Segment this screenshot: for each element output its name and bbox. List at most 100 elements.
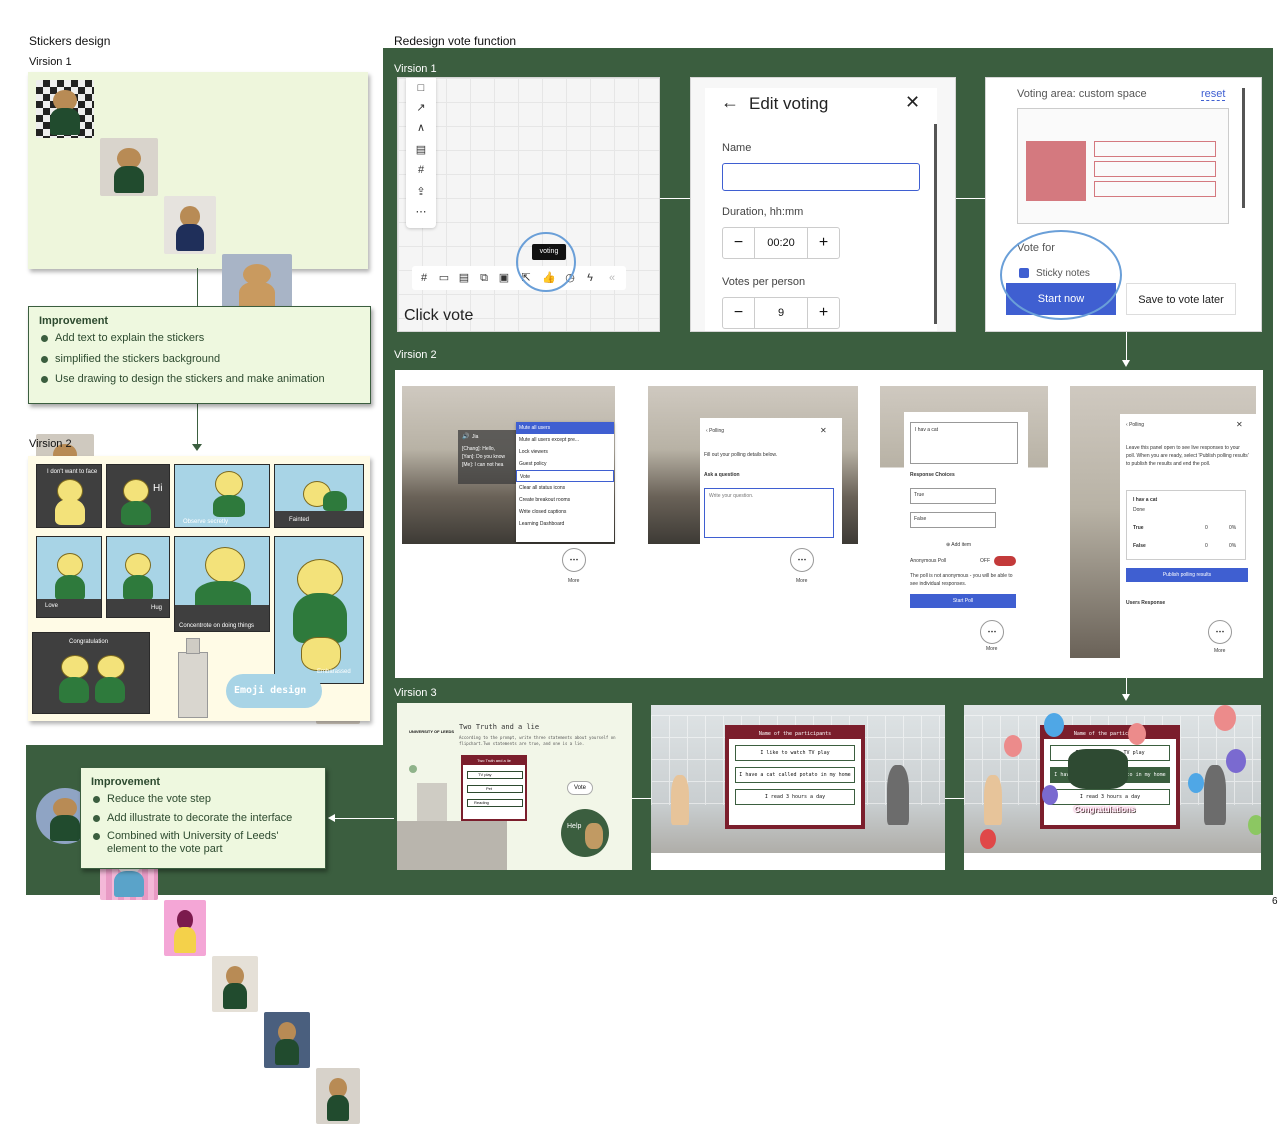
duration-minus-button[interactable]: − [723,228,755,258]
game-description: According to the prompt, write three sta… [459,735,616,746]
menu-item-lock-viewers[interactable]: Lock viewers [516,446,614,458]
publish-results-button[interactable]: Publish polling results [1126,568,1248,582]
duration-plus-button[interactable]: + [807,228,839,258]
response-choices-label: Response Choices [910,472,955,478]
participants-card-title: Name of the participants [729,729,861,739]
menu-item-breakout[interactable]: Create breakout rooms [516,494,614,506]
sticker-v1-2 [100,138,158,196]
statement-row[interactable]: I have a cat called potato in my home [735,767,855,783]
sticker-v2-hi: Hi [106,464,170,528]
improvement-item: Add illustrate to decorate the interface [91,812,315,825]
poll-question-box[interactable]: I hav a cat [910,422,1018,464]
caption: Embarassed [317,669,351,675]
votes-plus-button[interactable]: + [807,298,839,328]
start-poll-button[interactable]: Start Poll [910,594,1016,608]
sticker-v1-15 [264,1012,310,1068]
menu-item-vote[interactable]: Vote [516,470,614,482]
menu-item-captions[interactable]: Write closed captions [516,506,614,518]
add-item-button[interactable]: ⊕ Add item [946,542,971,548]
comment-icon[interactable]: ▤ [458,272,470,284]
more-button[interactable]: ⋯ [980,620,1004,644]
statement-row[interactable]: I read 3 hours a day [735,789,855,805]
white-filler [648,544,700,614]
frame-tool-icon[interactable]: # [415,164,427,176]
improvement-item: Use drawing to design the stickers and m… [39,373,360,386]
pen-tool-icon[interactable]: ∧ [415,122,427,134]
poll-results-panel: ‹ Polling ✕ Leave this panel open to see… [1120,414,1256,658]
choice-input-true[interactable]: True [910,488,996,504]
improvement-item: Add text to explain the stickers [39,332,360,345]
collapse-icon[interactable]: « [606,272,618,284]
mini-row[interactable]: Pet [467,785,523,793]
save-later-button[interactable]: Save to vote later [1126,283,1236,315]
connector-v1-to-v2 [1126,332,1127,362]
participants-card-title: Name of the participants [1044,729,1176,739]
statement-text: I like to watch TV play [760,750,830,756]
present-icon[interactable]: ▣ [498,272,510,284]
menu-item-mute-except[interactable]: Mute all users except pre... [516,434,614,446]
back-arrow-icon[interactable]: ← [721,92,739,113]
menu-item-guest-policy[interactable]: Guest policy [516,458,614,470]
connector-improvement-to-v2 [197,404,198,448]
bbb-screen-poll-results: ‹ Polling ✕ Leave this panel open to see… [1070,386,1256,658]
caption: Observe secretly [183,519,229,525]
sticker-v1-4 [222,254,292,312]
bbb-screen-menu: 🔊 Jia [Chang]: Hello, [Yan]: Do you know… [402,386,615,544]
upload-tool-icon[interactable]: ⇪ [415,186,427,198]
emoji-design-label: Emoji design [234,685,307,696]
balloon-blue [1044,713,1064,737]
virtual-room-panel: Name of the participants I like to watch… [651,705,945,870]
help-bubble[interactable]: Help [561,809,609,857]
sticker-v2-observe-secretly: Observe secretly [174,464,270,528]
chat-name: Jia [472,434,479,440]
bottom-bar [651,853,945,870]
vote-button[interactable]: Vote [567,781,593,795]
more-area-1: ⋯ More [402,544,615,594]
avatar-right [887,765,909,825]
anonymous-toggle[interactable] [994,556,1016,566]
square-tool-icon[interactable]: □ [415,82,427,94]
more-button[interactable]: ⋯ [562,548,586,572]
more-button[interactable]: ⋯ [790,548,814,572]
result-label: False [1133,543,1146,549]
polling-close-icon[interactable]: ✕ [820,426,827,435]
balloon-pink [1128,723,1146,745]
chat-icon[interactable]: ▭ [438,272,450,284]
frame-icon[interactable]: # [418,272,430,284]
cards-icon[interactable]: ⧉ [478,272,490,284]
votes-minus-button[interactable]: − [723,298,755,328]
lightning-icon[interactable]: ϟ [584,272,596,284]
question-textarea[interactable]: Write your question. [704,488,834,538]
polling-title: ‹ Polling [706,428,725,434]
improvement-box-vote: Improvement Reduce the vote step Add ill… [80,767,326,869]
arrow-tool-icon[interactable]: ↗ [415,102,427,114]
close-icon[interactable]: ✕ [905,92,920,113]
mini-row[interactable]: TV play [467,771,523,779]
improvement-title: Improvement [39,315,109,327]
version1-label: Virsion 1 [29,56,72,68]
comment-tool-icon[interactable]: ▤ [415,144,427,156]
duration-value[interactable]: 00:20 [755,228,807,258]
scrollbar[interactable] [1242,88,1245,208]
redesign-title: Redesign vote function [394,34,517,48]
reset-link[interactable]: reset [1201,88,1226,101]
stickers-title: Stickers design [29,34,111,48]
menu-item-clear-status[interactable]: Clear all status icons [516,482,614,494]
scrollbar[interactable] [934,124,937,324]
connector-arrowhead [192,444,202,451]
name-input[interactable] [722,163,920,191]
results-question: I hav a cat [1133,497,1158,503]
leeds-building [397,821,507,870]
choice-input-false[interactable]: False [910,512,996,528]
more-button[interactable]: ⋯ [1208,620,1232,644]
menu-item-mute-all[interactable]: Mute all users [516,422,614,434]
menu-item-dashboard[interactable]: Learning Dashboard [516,518,614,530]
tower-illustration [178,652,208,718]
statement-row[interactable]: I like to watch TV play [735,745,855,761]
more-tools-icon[interactable]: ⋯ [415,206,427,218]
votes-value[interactable]: 9 [755,298,807,328]
mini-row[interactable]: Reading [467,799,523,807]
page-number: 6 [1272,896,1278,907]
poll-results-close-icon[interactable]: ✕ [1236,420,1243,429]
statement-row[interactable]: I read 3 hours a day [1050,789,1170,805]
